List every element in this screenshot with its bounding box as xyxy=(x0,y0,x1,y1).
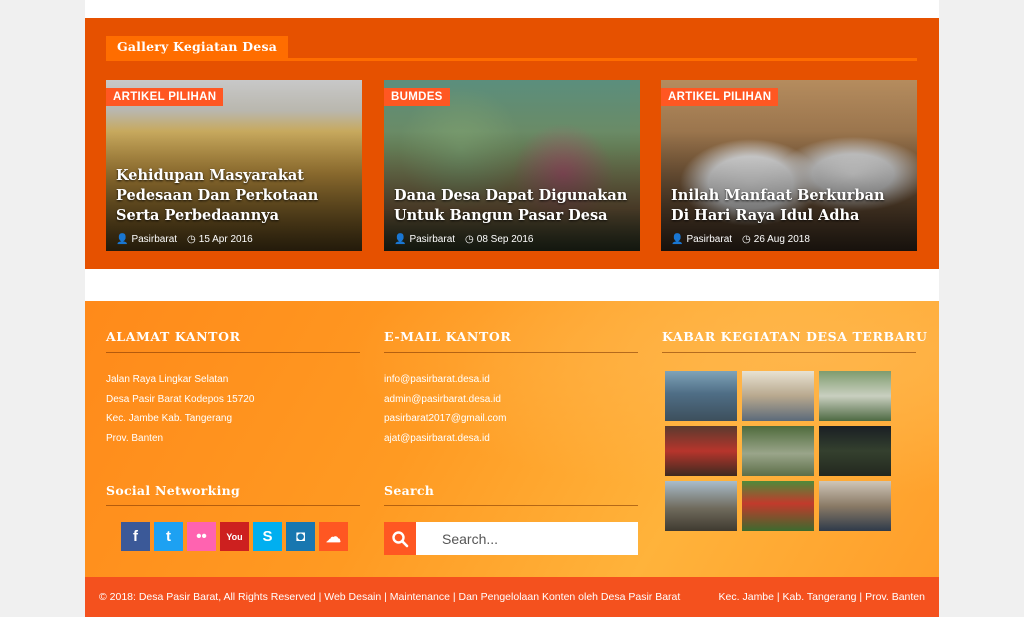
gallery-card-1[interactable]: ARTIKEL PILIHAN Kehidupan Masyarakat Ped… xyxy=(106,80,362,251)
news-thumb[interactable] xyxy=(742,426,814,476)
address-title-underline xyxy=(106,352,360,353)
address-line: Desa Pasir Barat Kodepos 15720 xyxy=(106,393,255,405)
gallery-heading-underline xyxy=(106,58,917,61)
news-title: KABAR KEGIATAN DESA TERBARU xyxy=(662,329,928,344)
address-block: Jalan Raya Lingkar Selatan Desa Pasir Ba… xyxy=(106,370,254,448)
card-title[interactable]: Kehidupan Masyarakat Pedesaan Dan Perkot… xyxy=(116,166,352,226)
news-thumb[interactable] xyxy=(819,426,891,476)
news-thumb[interactable] xyxy=(665,426,737,476)
search-title-underline xyxy=(384,505,638,506)
address-line: Prov. Banten xyxy=(106,432,164,444)
card-meta: 👤 Pasirbarat ◷ 26 Aug 2018 xyxy=(671,234,810,245)
news-thumb[interactable] xyxy=(819,371,891,421)
card-meta: 👤 Pasirbarat ◷ 15 Apr 2016 xyxy=(116,234,253,245)
card-category-tag[interactable]: BUMDES xyxy=(384,88,450,106)
card-author[interactable]: 👤 Pasirbarat xyxy=(116,234,177,245)
social-icons: f t •• You S ◘ ☁ xyxy=(121,522,348,551)
clock-icon: ◷ xyxy=(187,234,196,245)
top-strip xyxy=(85,0,939,18)
card-author[interactable]: 👤 Pasirbarat xyxy=(671,234,732,245)
card-date: ◷ 26 Aug 2018 xyxy=(742,234,810,245)
copyright-bar: © 2018: Desa Pasir Barat, All Rights Res… xyxy=(85,577,939,617)
location-text: Kec. Jambe | Kab. Tangerang | Prov. Bant… xyxy=(718,591,925,603)
address-line: Kec. Jambe Kab. Tangerang xyxy=(106,413,233,424)
author-name: Pasirbarat xyxy=(131,234,178,245)
skype-icon[interactable]: S xyxy=(253,522,282,551)
news-thumb[interactable] xyxy=(665,371,737,421)
email-block: info@pasirbarat.desa.id admin@pasirbarat… xyxy=(384,370,506,448)
news-thumb[interactable] xyxy=(819,481,891,531)
site-footer: ALAMAT KANTOR Jalan Raya Lingkar Selatan… xyxy=(85,301,939,577)
section-spacer xyxy=(85,269,939,301)
social-title-underline xyxy=(106,505,360,506)
gallery-section: Gallery Kegiatan Desa ARTIKEL PILIHAN Ke… xyxy=(85,18,939,269)
twitter-icon[interactable]: t xyxy=(154,522,183,551)
soundcloud-icon[interactable]: ☁ xyxy=(319,522,348,551)
user-icon: 👤 xyxy=(116,234,129,245)
gallery-card-3[interactable]: ARTIKEL PILIHAN Inilah Manfaat Berkurban… xyxy=(661,80,917,251)
search-form xyxy=(384,522,638,555)
clock-icon: ◷ xyxy=(465,234,474,245)
gallery-card-2[interactable]: BUMDES Dana Desa Dapat Digunakan Untuk B… xyxy=(384,80,640,251)
email-link[interactable]: info@pasirbarat.desa.id xyxy=(384,370,506,390)
user-icon: 👤 xyxy=(671,234,684,245)
card-author[interactable]: 👤 Pasirbarat xyxy=(394,234,455,245)
address-line: Jalan Raya Lingkar Selatan xyxy=(106,374,229,385)
gallery-heading: Gallery Kegiatan Desa xyxy=(106,36,288,58)
social-title: Social Networking xyxy=(106,483,241,498)
news-thumb[interactable] xyxy=(742,371,814,421)
search-input[interactable] xyxy=(416,522,638,555)
address-title: ALAMAT KANTOR xyxy=(106,329,241,344)
news-thumb[interactable] xyxy=(665,481,737,531)
author-name: Pasirbarat xyxy=(409,234,456,245)
card-category-tag[interactable]: ARTIKEL PILIHAN xyxy=(106,88,224,106)
email-link[interactable]: pasirbarat2017@gmail.com xyxy=(384,409,506,429)
search-icon xyxy=(392,530,409,547)
email-title-underline xyxy=(384,352,638,353)
date-text: 15 Apr 2016 xyxy=(198,234,253,245)
card-meta: 👤 Pasirbarat ◷ 08 Sep 2016 xyxy=(394,234,533,245)
news-thumbnails xyxy=(665,371,891,531)
search-title: Search xyxy=(384,483,435,498)
card-date: ◷ 08 Sep 2016 xyxy=(465,234,533,245)
card-category-tag[interactable]: ARTIKEL PILIHAN xyxy=(661,88,779,106)
page: Gallery Kegiatan Desa ARTIKEL PILIHAN Ke… xyxy=(85,0,939,617)
youtube-icon[interactable]: You xyxy=(220,522,249,551)
facebook-icon[interactable]: f xyxy=(121,522,150,551)
card-title[interactable]: Dana Desa Dapat Digunakan Untuk Bangun P… xyxy=(394,186,630,226)
clock-icon: ◷ xyxy=(742,234,751,245)
date-text: 26 Aug 2018 xyxy=(753,234,810,245)
card-date: ◷ 15 Apr 2016 xyxy=(187,234,253,245)
user-icon: 👤 xyxy=(394,234,407,245)
email-link[interactable]: ajat@pasirbarat.desa.id xyxy=(384,429,506,449)
card-title[interactable]: Inilah Manfaat Berkurban Di Hari Raya Id… xyxy=(671,186,907,226)
news-thumb[interactable] xyxy=(742,481,814,531)
copyright-text: © 2018: Desa Pasir Barat, All Rights Res… xyxy=(99,591,681,603)
search-button[interactable] xyxy=(384,522,416,555)
flickr-icon[interactable]: •• xyxy=(187,522,216,551)
news-title-underline xyxy=(662,352,916,353)
email-link[interactable]: admin@pasirbarat.desa.id xyxy=(384,390,506,410)
email-title: E-MAIL KANTOR xyxy=(384,329,512,344)
instagram-icon[interactable]: ◘ xyxy=(286,522,315,551)
author-name: Pasirbarat xyxy=(686,234,733,245)
date-text: 08 Sep 2016 xyxy=(476,234,534,245)
